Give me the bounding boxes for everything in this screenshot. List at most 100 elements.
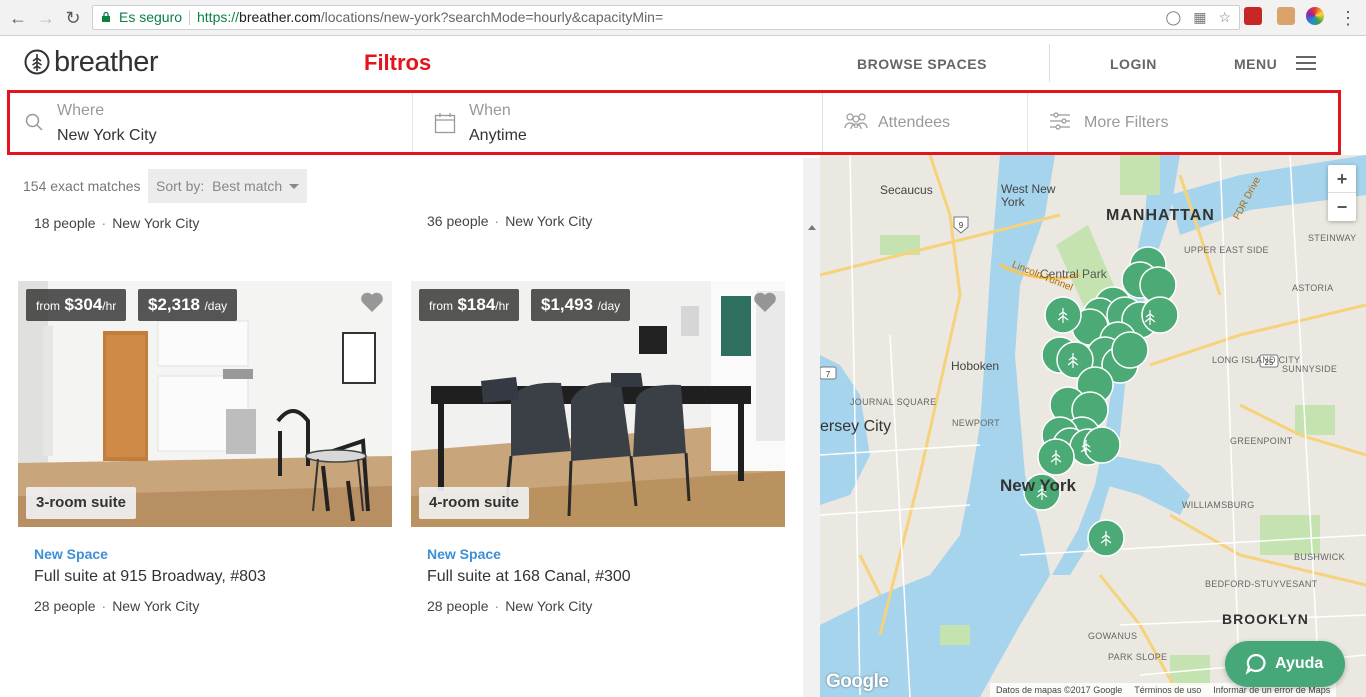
url-text: https://breather.com/locations/new-york?… [197, 9, 664, 25]
chevron-down-icon [289, 184, 299, 189]
new-space-badge: New Space [34, 546, 108, 562]
results-count: 154 exact matches [23, 178, 141, 194]
back-arrow-icon[interactable]: ← [8, 8, 28, 28]
filter-bar: Where New York City When Anytime Attende… [7, 90, 1341, 155]
listing-photo[interactable]: from $304/hr $2,318 /day 3-room suite [18, 281, 392, 527]
map-terms-link[interactable]: Términos de uso [1134, 683, 1201, 697]
help-chat-button[interactable]: Ayuda [1225, 641, 1345, 687]
favorite-heart-icon[interactable] [360, 291, 384, 313]
daily-price-tag: $2,318 /day [138, 289, 238, 321]
partial-card-meta: 18 people · New York City [34, 215, 200, 231]
menu-link[interactable]: MENU [1234, 56, 1277, 72]
location-blocked-icon[interactable]: ◯ [1166, 6, 1182, 29]
map-label-hoboken: Hoboken [951, 359, 1000, 373]
map-label-brooklyn: BROOKLYN [1222, 611, 1309, 627]
daily-price-tag: $1,493 /day [531, 289, 631, 321]
extension-ruler-icon[interactable] [1277, 7, 1295, 25]
logo-text: breather [54, 46, 159, 78]
lock-icon [102, 12, 110, 22]
extension-color-icon[interactable] [1306, 7, 1324, 25]
map-label-steinway: STEINWAY [1308, 233, 1357, 243]
hamburger-icon[interactable] [1296, 56, 1316, 70]
partial-card-meta: 36 people · New York City [427, 213, 593, 229]
sort-dropdown[interactable]: Sort by: Best match [148, 169, 307, 203]
chat-bubble-icon [1245, 653, 1266, 675]
listing-meta: 28 people · New York City [427, 598, 593, 614]
listing-photo[interactable]: from $184/hr $1,493 /day 4-room suite [411, 281, 785, 527]
listing-title[interactable]: Full suite at 168 Canal, #300 [427, 568, 631, 586]
browser-toolbar: ← → ↻ Es seguro https://breather.com/loc… [0, 0, 1366, 36]
map-label-manhattan: MANHATTAN [1106, 207, 1215, 224]
extension-abp-icon[interactable] [1244, 7, 1262, 25]
help-label: Ayuda [1275, 655, 1324, 672]
map-label-park-slope: PARK SLOPE [1108, 652, 1168, 662]
hourly-price-tag: from $184/hr [419, 289, 520, 321]
listing-meta: 28 people · New York City [34, 598, 200, 614]
map-label-sunnyside: SUNNYSIDE [1282, 364, 1338, 374]
when-filter[interactable]: When Anytime [413, 93, 823, 152]
more-filters-label: More Filters [1084, 114, 1169, 131]
listing-title[interactable]: Full suite at 915 Broadway, #803 [34, 568, 266, 586]
forward-arrow-icon[interactable]: → [36, 8, 56, 28]
map-label-astoria: ASTORIA [1292, 283, 1334, 293]
favorite-heart-icon[interactable] [753, 291, 777, 313]
google-logo: Google [826, 671, 889, 692]
translate-icon[interactable]: ▦ [1193, 6, 1206, 29]
map-label-bushwick: BUSHWICK [1294, 552, 1345, 562]
where-value: New York City [57, 127, 157, 144]
map-label-journal-square: JOURNAL SQUARE [850, 397, 937, 407]
map-label-williamsburg: WILLIAMSBURG [1182, 500, 1255, 510]
listing-capacity: 28 people [34, 598, 96, 614]
map-label-west-new-york: West New York [1001, 182, 1056, 209]
site-header: breather Filtros BROWSE SPACES LOGIN MEN… [0, 36, 1366, 90]
search-icon [25, 113, 43, 131]
map-data-credit: Datos de mapas ©2017 Google [996, 685, 1123, 695]
when-label: When [469, 102, 511, 119]
zoom-out-button[interactable]: − [1328, 193, 1356, 221]
map-zoom-control: + − [1328, 165, 1356, 221]
more-filters-button[interactable]: More Filters [1028, 93, 1338, 152]
tree-logo-icon [24, 49, 50, 75]
new-space-badge: New Space [427, 546, 501, 562]
secure-label: Es seguro [119, 9, 183, 25]
breather-logo[interactable]: breather [24, 46, 159, 78]
suite-type-tag: 4-room suite [419, 487, 530, 519]
where-label: Where [57, 102, 105, 119]
listing-capacity: 28 people [427, 598, 489, 614]
results-list: 154 exact matches Sort by: Best match 18… [0, 158, 803, 697]
browse-spaces-link[interactable]: BROWSE SPACES [857, 56, 987, 72]
results-map[interactable]: 9 7 25 Secaucus West New York MANHATTAN … [820, 155, 1366, 697]
zoom-in-button[interactable]: + [1328, 165, 1356, 193]
listing-city: New York City [505, 598, 593, 614]
map-label-jersey-city: ersey City [820, 418, 892, 435]
scroll-up-arrow-icon[interactable] [808, 225, 816, 230]
filters-annotation: Filtros [364, 50, 432, 75]
browser-menu-icon[interactable]: ⋮ [1338, 8, 1358, 28]
people-icon [844, 113, 868, 130]
hourly-price-tag: from $304/hr [26, 289, 127, 321]
map-label-bed-stuy: BEDFORD-STUYVESANT [1205, 579, 1318, 589]
calendar-icon [434, 113, 456, 134]
attendees-filter[interactable]: Attendees [823, 93, 1028, 152]
bookmark-star-icon[interactable]: ☆ [1218, 6, 1231, 29]
when-value: Anytime [469, 127, 527, 144]
map-label-new-york: New York [1000, 476, 1076, 495]
map-label-greenpoint: GREENPOINT [1230, 436, 1293, 446]
sort-value: Best match [212, 178, 283, 194]
map-label-newport: NEWPORT [952, 418, 1000, 428]
login-link[interactable]: LOGIN [1110, 56, 1157, 72]
list-scrollbar[interactable] [803, 158, 820, 697]
map-label-secaucus: Secaucus [880, 183, 933, 197]
svg-text:9: 9 [959, 221, 964, 230]
listing-card[interactable]: from $184/hr $1,493 /day 4-room suite Ne… [411, 281, 785, 614]
svg-text:7: 7 [826, 370, 831, 379]
address-bar[interactable]: Es seguro https://breather.com/locations… [92, 5, 1240, 30]
sort-label: Sort by: [156, 178, 205, 194]
listing-card[interactable]: from $304/hr $2,318 /day 3-room suite Ne… [18, 281, 392, 614]
listing-city: New York City [112, 598, 200, 614]
reload-icon[interactable]: ↻ [63, 8, 83, 28]
map-label-gowanus: GOWANUS [1088, 631, 1138, 641]
map-label-upper-east-side: UPPER EAST SIDE [1184, 245, 1269, 255]
suite-type-tag: 3-room suite [26, 487, 137, 519]
where-filter[interactable]: Where New York City [10, 93, 413, 152]
